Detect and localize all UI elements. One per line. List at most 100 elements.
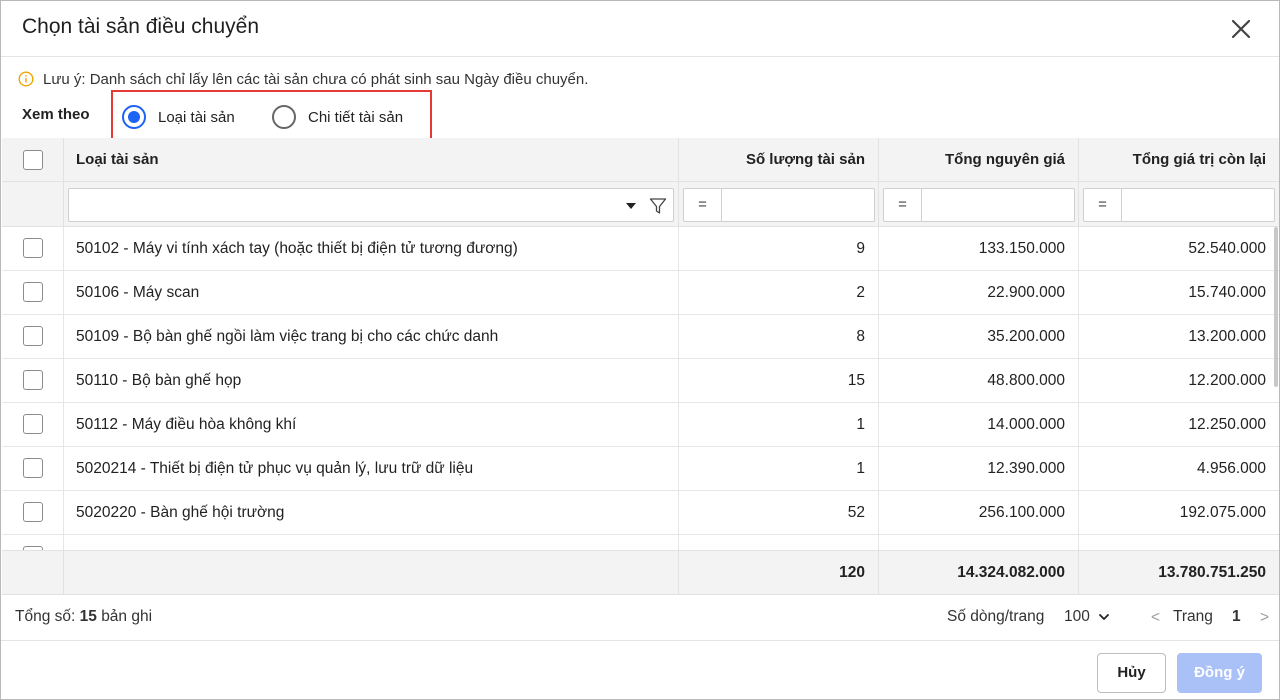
table-row[interactable]: 5020220 - Bàn ghế hội trường 52 256.100.…	[2, 491, 1279, 535]
row-checkbox[interactable]	[23, 458, 43, 478]
cell-quantity: 52	[679, 491, 879, 534]
row-select-cell	[2, 271, 64, 314]
row-select-cell	[2, 315, 64, 358]
total-quantity: 120	[679, 551, 879, 595]
row-select-cell	[2, 359, 64, 402]
filter-operator[interactable]: =	[684, 189, 722, 221]
filter-select-cell	[2, 182, 64, 227]
cell-asset-type: 5020220 - Bàn ghế hội trường	[64, 491, 679, 534]
note-text: Lưu ý: Danh sách chỉ lấy lên các tài sản…	[43, 70, 589, 88]
row-checkbox[interactable]	[23, 238, 43, 258]
table-body: 50102 - Máy vi tính xách tay (hoặc thiết…	[2, 227, 1279, 550]
table-header: Loại tài sản Số lượng tài sản Tổng nguyê…	[2, 138, 1279, 182]
cell-asset-type: 50112 - Máy điều hòa không khí	[64, 403, 679, 446]
header-asset-type[interactable]: Loại tài sản	[64, 138, 679, 182]
transfer-asset-dialog: Chọn tài sản điều chuyển Lưu ý: Danh sác…	[0, 0, 1280, 700]
row-checkbox[interactable]	[23, 502, 43, 522]
total-count: 15	[79, 608, 97, 625]
select-all-checkbox[interactable]	[23, 150, 43, 170]
cell-original-cost: 35.200.000	[879, 315, 1079, 358]
page-size-select[interactable]: 100	[1064, 608, 1110, 626]
next-page-button[interactable]: >	[1260, 609, 1269, 627]
row-checkbox[interactable]	[23, 326, 43, 346]
row-checkbox[interactable]	[23, 370, 43, 390]
filter-operator[interactable]: =	[884, 189, 922, 221]
filter-icon[interactable]	[649, 197, 667, 215]
cell-original-cost: 256.100.000	[879, 491, 1079, 534]
scrollbar-thumb[interactable]	[1274, 227, 1278, 387]
cancel-button[interactable]: Hủy	[1097, 653, 1166, 693]
filter-row: = = =	[2, 182, 1279, 227]
filter-operator[interactable]: =	[1084, 189, 1122, 221]
cell-remaining-value: 12.250.000	[1188, 416, 1266, 433]
row-select-cell	[2, 491, 64, 534]
cell-quantity: 9	[679, 227, 879, 270]
table-row[interactable]: 50112 - Máy điều hòa không khí 1 14.000.…	[2, 403, 1279, 447]
vertical-scrollbar[interactable]	[1272, 227, 1279, 550]
cell-asset-type	[64, 535, 679, 550]
cell-quantity: 1	[679, 403, 879, 446]
dialog-title: Chọn tài sản điều chuyển	[22, 15, 259, 38]
note-row: Lưu ý: Danh sách chỉ lấy lên các tài sản…	[18, 69, 588, 89]
cell-original-cost: 12.390.000	[879, 447, 1079, 490]
close-icon	[1231, 19, 1251, 39]
header-quantity[interactable]: Số lượng tài sản	[679, 138, 879, 182]
total-records: Tổng số: 15 bản ghi	[15, 608, 152, 626]
table-totals-row: 120 14.324.082.000 13.780.751.250	[2, 550, 1279, 595]
asset-type-filter-input[interactable]	[68, 188, 674, 222]
radio-asset-type[interactable]: Loại tài sản	[122, 105, 235, 129]
table-row[interactable]: 50110 - Bộ bàn ghế họp 15 48.800.000 12.…	[2, 359, 1279, 403]
original-cost-filter-input[interactable]: =	[883, 188, 1075, 222]
radio-asset-detail-label: Chi tiết tài sản	[308, 108, 404, 126]
totals-label-cell	[64, 551, 679, 595]
row-select-cell	[2, 447, 64, 490]
cell-remaining-value: 4.956.000	[1197, 460, 1266, 477]
filter-original-cost-cell: =	[879, 182, 1079, 227]
table-row-partial[interactable]	[2, 535, 1279, 550]
table-row[interactable]: 50102 - Máy vi tính xách tay (hoặc thiết…	[2, 227, 1279, 271]
cell-original-cost: 48.800.000	[879, 359, 1079, 402]
cell-quantity: 8	[679, 315, 879, 358]
confirm-button[interactable]: Đồng ý	[1177, 653, 1262, 693]
total-original-cost: 14.324.082.000	[879, 551, 1079, 595]
cell-quantity: 1	[679, 447, 879, 490]
close-button[interactable]	[1227, 15, 1255, 43]
cell-remaining-value: 192.075.000	[1179, 504, 1266, 521]
view-by-label: Xem theo	[22, 106, 90, 123]
total-remaining-value: 13.780.751.250	[1158, 564, 1266, 581]
header-select-cell	[2, 138, 64, 182]
cell-quantity: 2	[679, 271, 879, 314]
view-by-radio-group: Loại tài sản Chi tiết tài sản	[111, 90, 432, 143]
row-checkbox[interactable]	[23, 282, 43, 302]
caret-down-icon[interactable]	[625, 200, 637, 212]
cell-quantity	[679, 535, 879, 550]
header-remaining-value[interactable]: Tổng giá trị còn lại	[1079, 138, 1279, 182]
cell-remaining-value: 52.540.000	[1188, 240, 1266, 257]
radio-asset-detail[interactable]: Chi tiết tài sản	[272, 105, 403, 129]
filter-quantity-cell: =	[679, 182, 879, 227]
table-row[interactable]: 5020214 - Thiết bị điện tử phục vụ quản …	[2, 447, 1279, 491]
row-select-cell	[2, 535, 64, 550]
remaining-value-filter-input[interactable]: =	[1083, 188, 1275, 222]
cell-remaining-value	[1079, 535, 1279, 550]
table-row[interactable]: 50109 - Bộ bàn ghế ngồi làm việc trang b…	[2, 315, 1279, 359]
header-original-cost[interactable]: Tổng nguyên giá	[879, 138, 1079, 182]
row-select-cell	[2, 227, 64, 270]
cell-original-cost: 133.150.000	[879, 227, 1079, 270]
prev-page-button[interactable]: <	[1151, 609, 1160, 627]
cell-quantity: 15	[679, 359, 879, 402]
cell-original-cost	[879, 535, 1079, 550]
cell-asset-type: 50110 - Bộ bàn ghế họp	[64, 359, 679, 402]
quantity-filter-input[interactable]: =	[683, 188, 875, 222]
cell-remaining-value: 13.200.000	[1188, 328, 1266, 345]
row-checkbox[interactable]	[23, 414, 43, 434]
cell-asset-type: 50106 - Máy scan	[64, 271, 679, 314]
current-page: 1	[1232, 608, 1241, 625]
dialog-header: Chọn tài sản điều chuyển	[1, 1, 1279, 57]
cell-remaining-value: 15.740.000	[1188, 284, 1266, 301]
filter-asset-type-cell	[64, 182, 679, 227]
page-label: Trang	[1173, 608, 1213, 625]
table-row[interactable]: 50106 - Máy scan 2 22.900.000 15.740.000	[2, 271, 1279, 315]
page-size-label: Số dòng/trang	[947, 608, 1045, 625]
radio-unselected-icon	[272, 105, 296, 129]
